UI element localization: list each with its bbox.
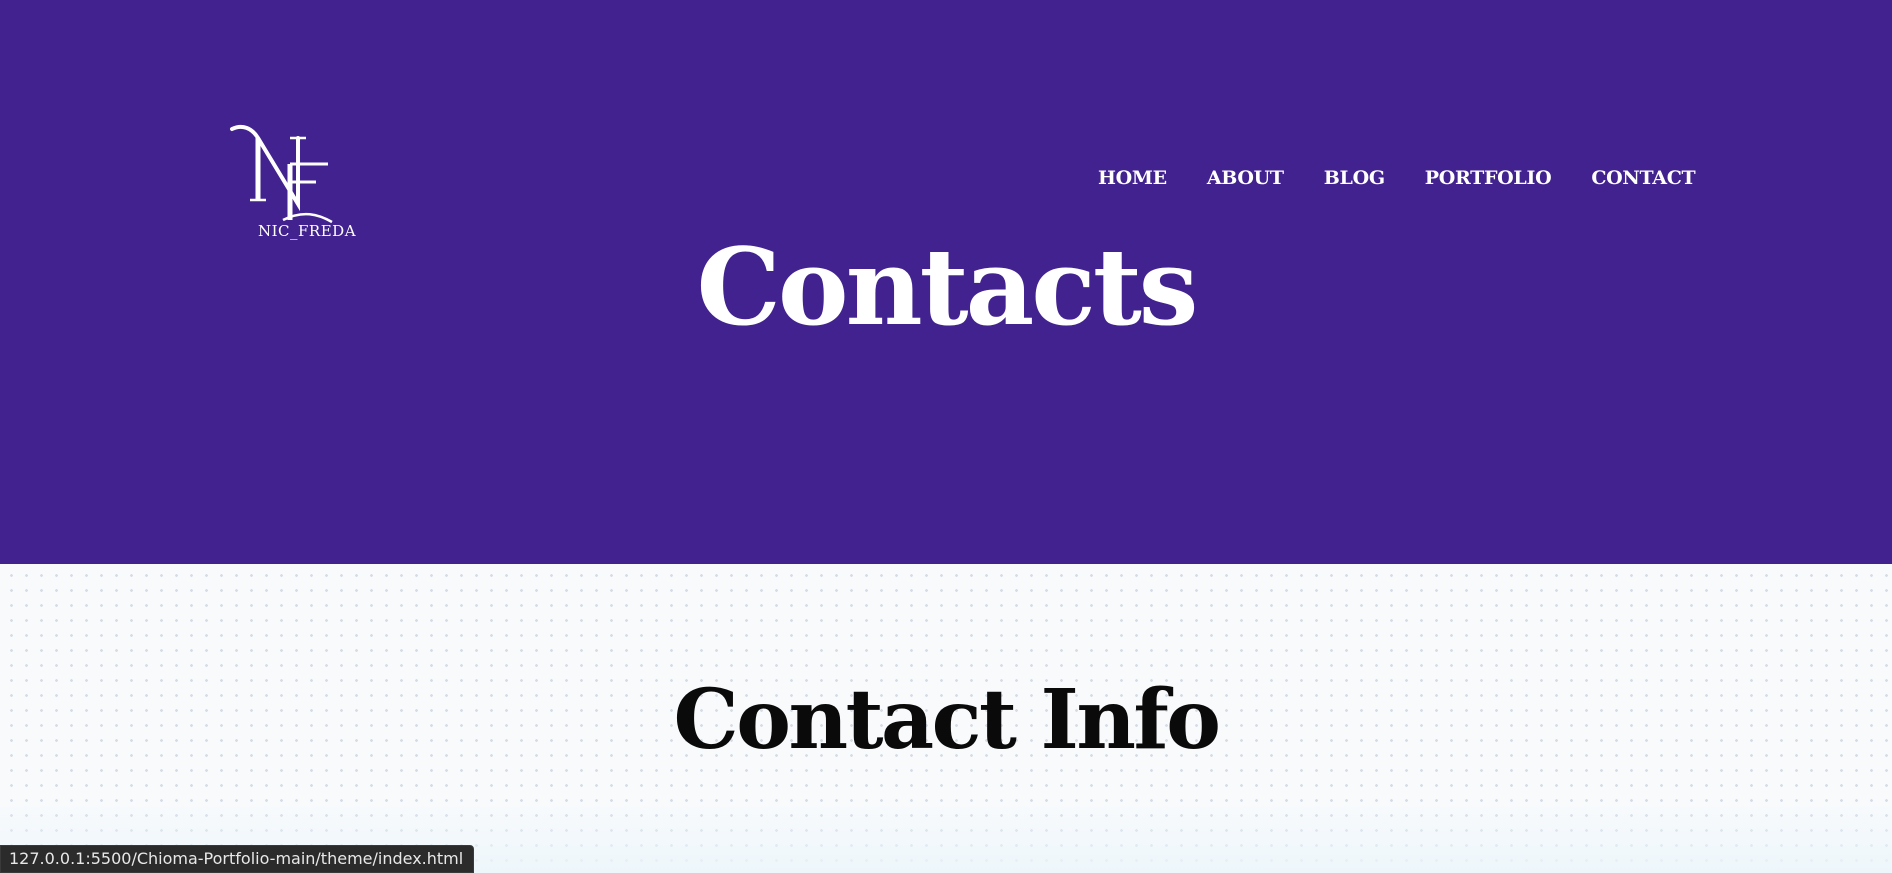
browser-status-bar: 127.0.0.1:5500/Chioma-Portfolio-main/the…	[0, 845, 475, 873]
nav-item-portfolio[interactable]: PORTFOLIO	[1425, 166, 1552, 190]
nav-item-home[interactable]: HOME	[1098, 166, 1167, 190]
nav-item-contact[interactable]: CONTACT	[1591, 166, 1695, 190]
nav-item-about[interactable]: ABOUT	[1207, 166, 1284, 190]
section-title: Contact Info	[673, 672, 1221, 768]
contact-info-section: Contact Info	[0, 564, 1892, 873]
logo-monogram-icon	[230, 124, 333, 224]
nav-item-blog[interactable]: BLOG	[1324, 166, 1385, 190]
main-nav: HOME ABOUT BLOG PORTFOLIO CONTACT	[1098, 166, 1696, 190]
hero-banner: NIC_FREDA HOME ABOUT BLOG PORTFOLIO CONT…	[0, 0, 1892, 564]
page-title: Contacts	[696, 224, 1199, 349]
